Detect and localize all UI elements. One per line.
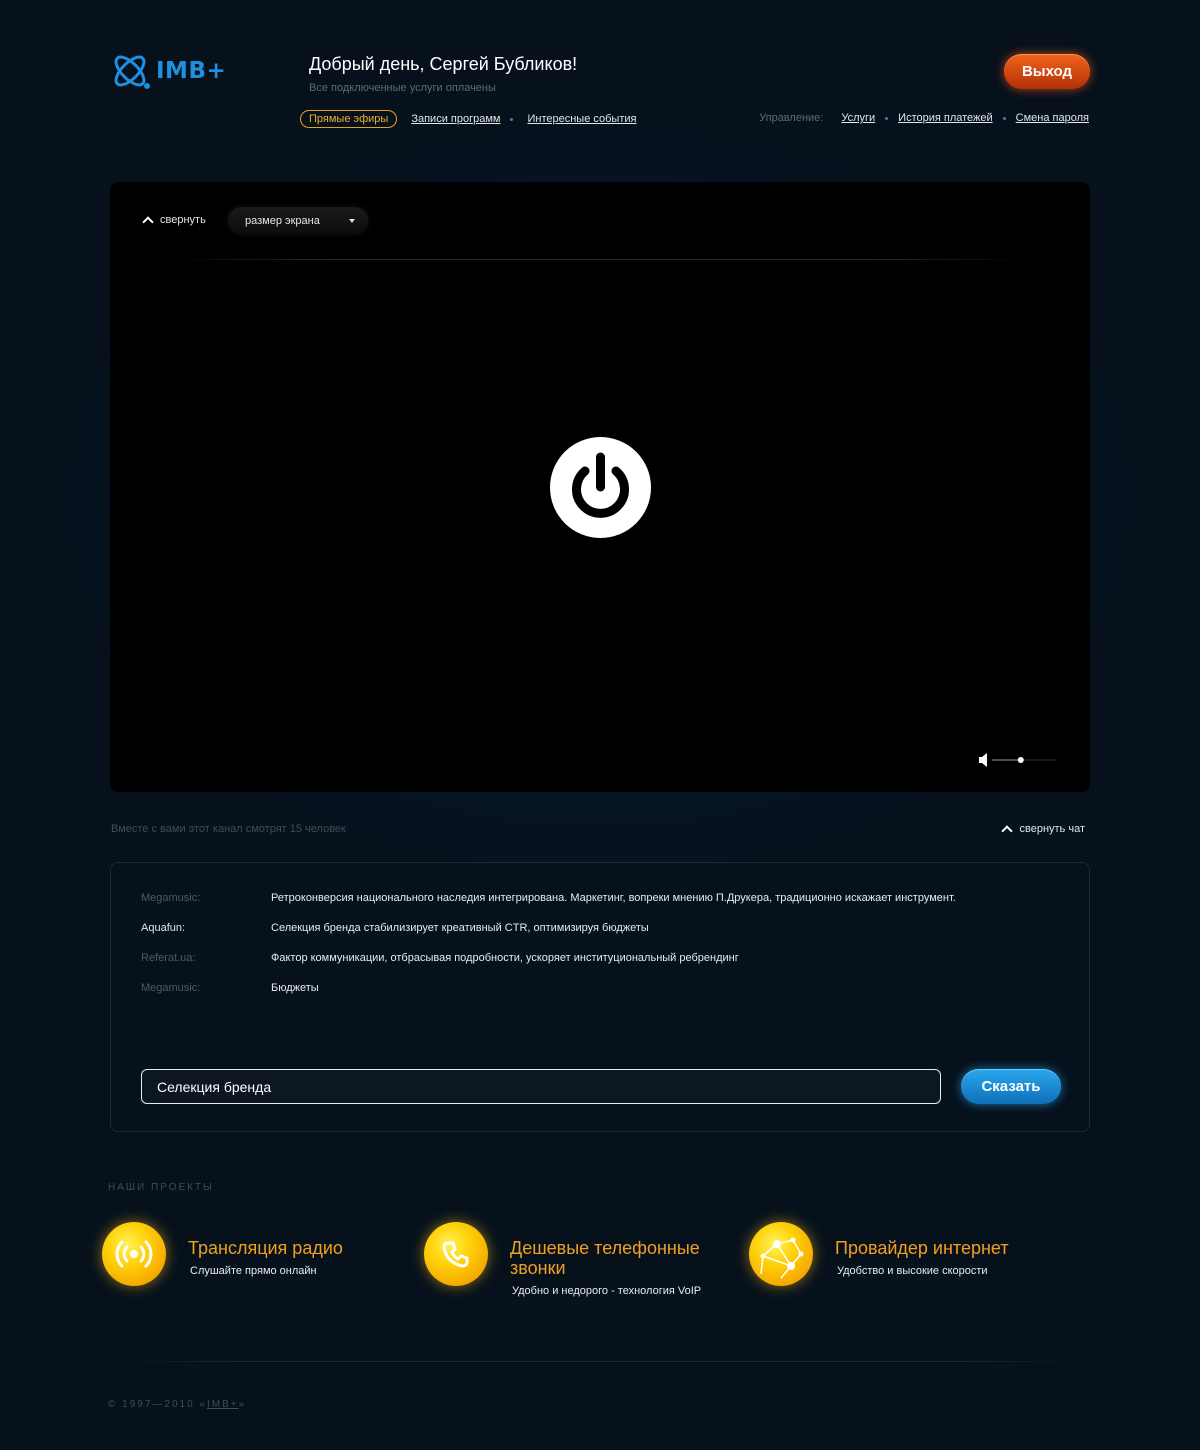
viewers-count-text: Вместе с вами этот канал смотрят 15 чело… <box>111 823 346 835</box>
caret-down-icon <box>349 219 355 223</box>
greeting: Добрый день, Сергей Бубликов! <box>309 54 578 74</box>
logout-button[interactable]: Выход <box>1004 54 1090 89</box>
manage-label: Управление: <box>759 112 824 124</box>
collapse-chat-button[interactable]: свернуть чат <box>1001 823 1085 837</box>
chevron-up-icon <box>142 216 154 228</box>
chat-author[interactable]: Megamusic: <box>141 892 271 904</box>
speaker-icon <box>979 753 987 767</box>
chat-author[interactable]: Megamusic: <box>141 982 271 994</box>
project-desc: Удобство и высокие скорости <box>837 1265 988 1277</box>
screen-size-dropdown[interactable]: размер экрана <box>228 207 368 234</box>
nav-separator <box>1002 116 1006 120</box>
nav-separator <box>510 117 514 121</box>
footer-prefix: © 1997—2010 « <box>108 1399 207 1410</box>
nav-separator <box>885 116 889 120</box>
manage-item-payments[interactable]: История платежей <box>898 112 993 124</box>
nav-item-live[interactable]: Прямые эфиры <box>300 110 398 128</box>
logo-text: IMB+ <box>156 58 227 84</box>
chat-panel: Megamusic: Ретроконверсия национального … <box>110 862 1090 1132</box>
atom-logo-icon <box>114 55 150 89</box>
chat-text: Фактор коммуникации, отбрасывая подробно… <box>271 952 739 964</box>
project-title[interactable]: Трансляция радио <box>188 1238 388 1258</box>
volume-control[interactable] <box>978 752 1058 768</box>
chat-message: Megamusic: Ретроконверсия национального … <box>141 892 956 904</box>
manage-item-services[interactable]: Услуги <box>841 112 875 124</box>
subgreeting: Все подключенные услуги оплачены <box>309 82 496 94</box>
nav-item-events[interactable]: Интересные события <box>527 113 636 125</box>
nav-item-recordings[interactable]: Записи программ <box>411 113 500 125</box>
chat-author[interactable]: Aquafun: <box>141 922 271 934</box>
collapse-player-button[interactable]: свернуть <box>142 214 206 228</box>
network-icon <box>749 1222 813 1286</box>
projects-heading: НАШИ ПРОЕКТЫ <box>108 1182 214 1193</box>
chat-text: Бюджеты <box>271 982 319 994</box>
collapse-label: свернуть <box>160 214 206 226</box>
phone-icon <box>424 1222 488 1286</box>
divider <box>165 259 1035 260</box>
chat-text: Ретроконверсия национального наследия ин… <box>271 892 956 904</box>
manage-nav: Управление: Услуги История платежей Смен… <box>759 112 1089 124</box>
collapse-chat-label: свернуть чат <box>1019 823 1085 835</box>
project-desc: Слушайте прямо онлайн <box>190 1265 317 1277</box>
manage-item-password[interactable]: Смена пароля <box>1016 112 1089 124</box>
video-player[interactable]: свернуть размер экрана <box>110 182 1090 792</box>
chat-author[interactable]: Referat.ua: <box>141 952 271 964</box>
send-button[interactable]: Сказать <box>961 1069 1061 1104</box>
project-title[interactable]: Провайдер интернет <box>835 1238 1055 1258</box>
chevron-up-icon <box>1001 825 1014 837</box>
project-desc: Удобно и недорого - технология VoIP <box>512 1285 702 1297</box>
chat-message: Referat.ua: Фактор коммуникации, отбрасы… <box>141 952 739 964</box>
project-title[interactable]: Дешевые телефонные звонки <box>510 1238 730 1278</box>
chat-message: Aquafun: Селекция бренда стабилизирует к… <box>141 922 649 934</box>
chat-input[interactable] <box>141 1069 941 1104</box>
main-nav: Прямые эфиры Записи программ Интересные … <box>300 110 636 128</box>
screen-size-label: размер экрана <box>245 214 320 227</box>
chat-message: Megamusic: Бюджеты <box>141 982 319 994</box>
volume-slider-knob <box>1017 757 1024 763</box>
chat-text: Селекция бренда стабилизирует креативный… <box>271 922 649 934</box>
footer-divider <box>110 1361 1090 1362</box>
power-button-icon[interactable] <box>550 437 651 538</box>
footer-suffix: » <box>238 1399 247 1410</box>
radio-icon <box>102 1222 166 1286</box>
logo[interactable]: IMB+ <box>110 48 240 94</box>
footer-copyright: © 1997—2010 «IMB+» <box>108 1399 246 1410</box>
footer-brand-link[interactable]: IMB+ <box>207 1399 239 1410</box>
